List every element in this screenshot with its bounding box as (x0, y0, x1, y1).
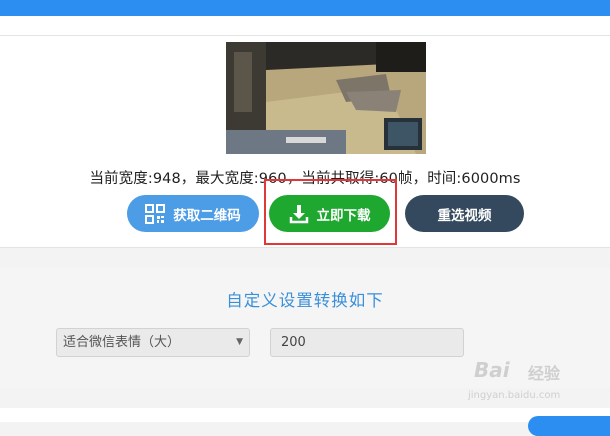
reselect-video-button[interactable]: 重选视频 (405, 195, 524, 232)
settings-title: 自定义设置转换如下 (226, 291, 384, 310)
size-input[interactable]: 200 (270, 328, 464, 357)
size-input-value: 200 (281, 335, 306, 350)
download-now-button[interactable]: 立即下载 (269, 195, 390, 232)
qr-code-icon (145, 203, 166, 224)
chevron-down-icon: ▼ (236, 337, 243, 347)
top-header-bar (0, 0, 610, 16)
preview-card: 当前宽度:948，最大宽度:960，当前共取得:60帧，时间:6000ms 获取… (0, 35, 610, 248)
download-icon (289, 204, 309, 224)
watermark-logo: Bai (474, 358, 510, 382)
preset-select[interactable]: 适合微信表情（大） ▼ (56, 328, 250, 357)
watermark-url: jingyan.baidu.com (468, 390, 561, 401)
get-qr-code-button[interactable]: 获取二维码 (127, 195, 259, 232)
corner-button[interactable] (528, 416, 610, 436)
get-qr-code-label: 获取二维码 (173, 207, 241, 224)
download-now-label: 立即下载 (316, 207, 371, 224)
conversion-info-text: 当前宽度:948，最大宽度:960，当前共取得:60帧，时间:6000ms (89, 171, 521, 187)
preset-select-value: 适合微信表情（大） (63, 335, 181, 350)
video-preview-image (226, 42, 426, 154)
baidu-jingyan-watermark: Bai 经验 jingyan.baidu.com (468, 356, 608, 412)
watermark-text: 经验 (528, 364, 561, 383)
header-spacer (0, 16, 610, 35)
reselect-video-label: 重选视频 (437, 207, 492, 224)
